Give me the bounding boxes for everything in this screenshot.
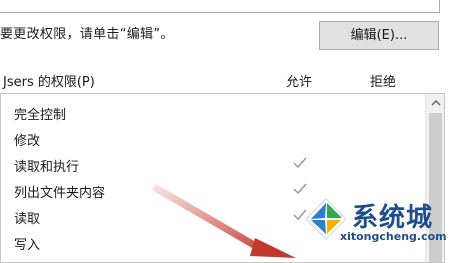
- red-arrow-icon: [152, 184, 296, 258]
- scroll-up-icon[interactable]: [426, 94, 444, 112]
- edit-button[interactable]: 编辑(E)...: [319, 21, 439, 50]
- allow-check-icon: [293, 157, 307, 169]
- edit-instruction-text: 要更改权限，请单击“编辑”。: [0, 27, 174, 42]
- watermark-title: 系统城: [352, 203, 434, 233]
- top-list-box: [0, 0, 440, 13]
- permissions-header-label: Jsers 的权限(P): [3, 75, 95, 90]
- permission-row-full-control: 完全控制: [14, 108, 67, 123]
- permission-row-write: 写入: [14, 238, 41, 253]
- watermark: 系统城 xitongcheng.com: [300, 193, 451, 256]
- permission-row-list-folder: 列出文件夹内容: [14, 186, 106, 201]
- permission-row-read-execute: 读取和执行: [14, 160, 80, 175]
- watermark-url: xitongcheng.com: [340, 230, 447, 243]
- allow-column-header: 允许: [286, 75, 313, 90]
- permission-row-read: 读取: [14, 212, 41, 227]
- deny-column-header: 拒绝: [370, 75, 397, 90]
- permission-row-modify: 修改: [14, 134, 41, 149]
